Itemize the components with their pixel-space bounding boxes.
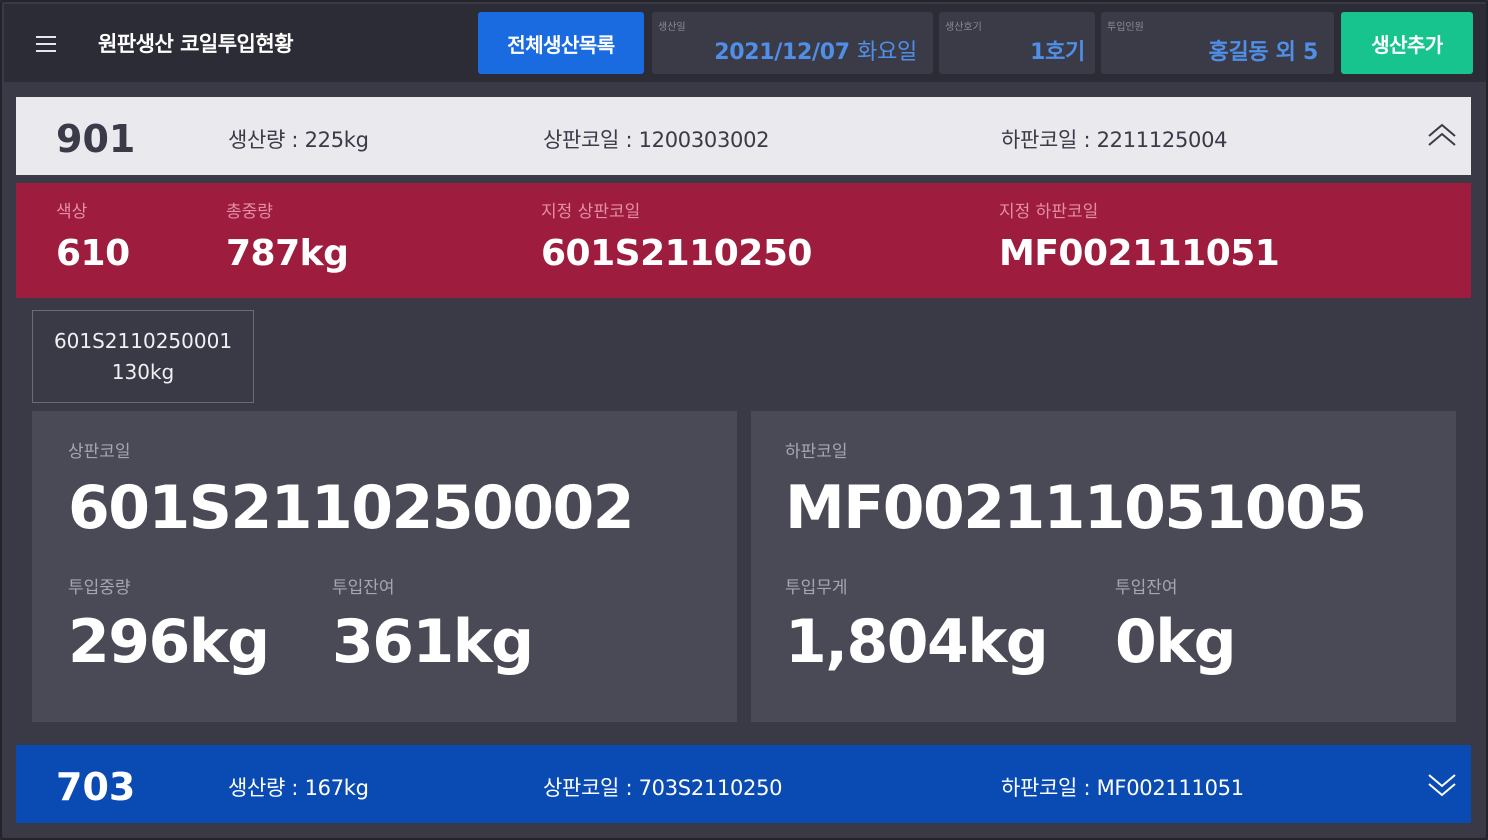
top-coil-panel: 상판코일 601S2110250002 투입중량 296kg 투입잔여 361k… xyxy=(32,411,737,722)
top-input-weight-label: 투입중량 xyxy=(68,578,131,598)
app-frame: 원판생산 코일투입현황 전체생산목록 생산일 2021/12/07 화요일 생산… xyxy=(0,0,1488,840)
row-top-coil: 상판코일 : 1200303002 xyxy=(543,128,770,152)
total-weight-value: 787kg xyxy=(226,233,349,274)
production-date-caption: 생산일 xyxy=(658,22,686,33)
top-remaining-label: 투입잔여 xyxy=(332,578,395,598)
bottom-input-weight-value: 1,804kg xyxy=(785,607,1049,677)
production-line-value: 1호기 xyxy=(1030,40,1085,65)
assigned-bottom-coil-label: 지정 하판코일 xyxy=(999,202,1099,222)
row-bottom-coil: 하판코일 : 2211125004 xyxy=(1001,128,1228,152)
assigned-top-coil-value: 601S2110250 xyxy=(541,233,812,274)
row-number: 901 xyxy=(56,117,136,161)
production-line-box[interactable]: 생산호기 1호기 xyxy=(939,12,1095,74)
production-line-caption: 생산호기 xyxy=(945,22,982,33)
used-coil-chip[interactable]: 601S2110250001 130kg xyxy=(32,310,254,403)
row-top-coil: 상판코일 : 703S2110250 xyxy=(543,776,783,800)
page-title: 원판생산 코일투입현황 xyxy=(98,32,294,56)
bottom-coil-code: MF002111051005 xyxy=(785,473,1367,543)
bottom-remaining-value: 0kg xyxy=(1115,607,1237,677)
chevron-up-icon[interactable] xyxy=(1427,121,1457,151)
assigned-bottom-coil-value: MF002111051 xyxy=(999,233,1280,274)
used-coil-weight: 130kg xyxy=(111,359,175,384)
production-date-box[interactable]: 생산일 2021/12/07 화요일 xyxy=(652,12,933,74)
bottom-coil-label: 하판코일 xyxy=(785,442,848,462)
assigned-coil-band: 색상 610 총중량 787kg 지정 상판코일 601S2110250 지정 … xyxy=(16,183,1471,298)
bottom-coil-panel: 하판코일 MF002111051005 투입무게 1,804kg 투입잔여 0k… xyxy=(751,411,1456,722)
top-remaining-value: 361kg xyxy=(332,607,534,677)
top-bar: 원판생산 코일투입현황 전체생산목록 생산일 2021/12/07 화요일 생산… xyxy=(4,4,1486,82)
menu-icon[interactable] xyxy=(36,36,56,52)
top-coil-label: 상판코일 xyxy=(68,442,131,462)
workers-value: 홍길동 외 5 xyxy=(1208,40,1319,65)
row-bottom-coil: 하판코일 : MF002111051 xyxy=(1001,776,1244,800)
workers-box[interactable]: 투입인원 홍길동 외 5 xyxy=(1101,12,1334,74)
workers-caption: 투입인원 xyxy=(1107,22,1144,33)
color-value: 610 xyxy=(56,233,130,274)
add-production-button[interactable]: 생산추가 xyxy=(1341,12,1473,74)
production-date-value: 2021/12/07 화요일 xyxy=(714,34,917,66)
bottom-remaining-label: 투입잔여 xyxy=(1115,578,1178,598)
row-number: 703 xyxy=(56,765,136,809)
production-weekday: 화요일 xyxy=(857,40,917,65)
all-production-list-button[interactable]: 전체생산목록 xyxy=(478,12,644,74)
assigned-top-coil-label: 지정 상판코일 xyxy=(541,202,641,222)
top-coil-code: 601S2110250002 xyxy=(68,473,634,543)
row-output: 생산량 : 225kg xyxy=(228,128,369,152)
row-output: 생산량 : 167kg xyxy=(228,776,369,800)
production-row-901[interactable]: 901 생산량 : 225kg 상판코일 : 1200303002 하판코일 :… xyxy=(16,97,1471,175)
production-row-703[interactable]: 703 생산량 : 167kg 상판코일 : 703S2110250 하판코일 … xyxy=(16,745,1471,823)
chevron-down-icon[interactable] xyxy=(1427,769,1457,799)
total-weight-label: 총중량 xyxy=(226,202,273,222)
production-date: 2021/12/07 xyxy=(714,40,850,65)
used-coil-code: 601S2110250001 xyxy=(53,328,233,353)
color-label: 색상 xyxy=(56,202,88,222)
top-input-weight-value: 296kg xyxy=(68,607,270,677)
bottom-input-weight-label: 투입무게 xyxy=(785,578,848,598)
